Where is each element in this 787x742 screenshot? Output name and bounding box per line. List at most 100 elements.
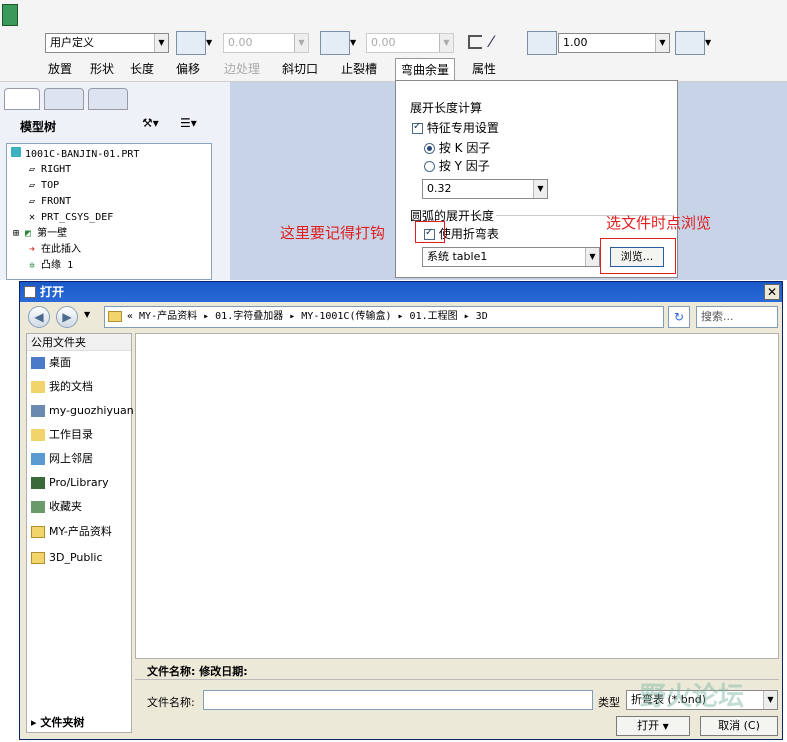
close-icon[interactable]: ✕ <box>764 284 780 300</box>
length-value-2[interactable]: 0.00 ▼ <box>366 33 454 53</box>
tab-properties[interactable]: 属性 <box>466 58 502 80</box>
tab-length[interactable]: 长度 <box>124 58 160 80</box>
length-value-1[interactable]: 0.00 ▼ <box>223 33 309 53</box>
filename-input[interactable] <box>203 690 593 710</box>
type-combo[interactable]: 用户定义 ▼ <box>45 33 169 53</box>
model-tree-tab[interactable] <box>4 88 40 110</box>
sidebar-item-3d-public[interactable]: 3D_Public <box>31 549 103 567</box>
section-developed-length: 展开长度计算 <box>410 101 483 115</box>
show-icon[interactable]: ☰▾ <box>180 116 212 134</box>
type-label: 类型 <box>598 696 620 709</box>
radio-k-factor[interactable]: 按 K 因子 <box>424 139 490 156</box>
csys-icon: ✕ <box>29 212 42 223</box>
folder-tree-toggle[interactable]: ▸ 文件夹树 <box>31 714 84 732</box>
watermark-logo: 野火论坛 <box>640 682 745 712</box>
tree-item-first-wall[interactable]: ⊞ ◩ 第一壁 <box>13 227 67 241</box>
radius-button[interactable] <box>527 31 557 55</box>
tree-item-insert-here[interactable]: ➔ 在此插入 <box>29 243 81 257</box>
sidebar-item-documents[interactable]: 我的文档 <box>31 378 93 396</box>
search-input[interactable]: 搜索... <box>696 306 778 328</box>
flange-icon: ✲ <box>29 260 42 271</box>
dashboard-toolbar: 用户定义 ▼ ▼ 0.00 ▼ ▼ 0.00 ▼ ⁄ 1.00 ▼ ▼ 放置 形状 长度… <box>0 0 787 82</box>
sidebar-item-desktop[interactable]: 桌面 <box>31 354 71 372</box>
back-button[interactable]: ◀ <box>28 306 50 328</box>
radio-button[interactable] <box>424 143 435 154</box>
chevron-down-icon: ▼ <box>763 691 777 709</box>
tab-edge-treatment[interactable]: 边处理 <box>220 58 264 80</box>
sidebar-item-product-data[interactable]: MY-产品资料 <box>31 523 112 541</box>
favorites-tab[interactable] <box>88 88 128 110</box>
tree-item-top[interactable]: ▱ TOP <box>29 179 59 193</box>
cancel-button[interactable]: 取消 (C) <box>700 716 778 736</box>
tree-item-part[interactable]: 1001C-BANJIN-01.PRT <box>11 147 139 161</box>
tab-miter[interactable]: 斜切口 <box>278 58 322 80</box>
settings-icon[interactable]: ⚒▾ <box>142 116 172 134</box>
folder-icon <box>108 311 122 322</box>
computer-icon <box>31 405 45 417</box>
sidebar-item-working-dir[interactable]: 工作目录 <box>31 426 93 444</box>
shape-button[interactable] <box>176 31 206 55</box>
open-button[interactable]: 打开 ▼ <box>616 716 690 736</box>
model-tree: 1001C-BANJIN-01.PRT ▱ RIGHT ▱ TOP ▱ FRON… <box>6 143 212 280</box>
library-icon <box>31 477 45 489</box>
radio-y-factor[interactable]: 按 Y 因子 <box>424 157 490 174</box>
tree-item-front[interactable]: ▱ FRONT <box>29 195 71 209</box>
working-dir-icon <box>31 429 45 441</box>
forward-button[interactable]: ▶ <box>56 306 78 328</box>
address-bar[interactable]: « MY-产品资料 ▸ 01.字符叠加器 ▸ MY-1001C(传输盒) ▸ 0… <box>104 306 664 328</box>
sidebar-item-pro-library[interactable]: Pro/Library <box>31 474 109 492</box>
chevron-down-icon: ▼ <box>439 34 453 52</box>
file-info: 文件名称: 修改日期: <box>147 665 248 678</box>
radio-button[interactable] <box>424 161 435 172</box>
tree-item-flange[interactable]: ✲ 凸缘 1 <box>29 259 73 273</box>
tab-relief[interactable]: 止裂槽 <box>337 58 381 80</box>
chevron-down-icon: ▼ <box>154 34 168 52</box>
factor-value-combo[interactable]: 0.32 ▼ <box>422 179 548 199</box>
chevron-down-icon: ▼ <box>662 722 669 731</box>
tab-offset[interactable]: 偏移 <box>170 58 206 80</box>
network-icon <box>31 453 45 465</box>
annotation-check-note: 这里要记得打钩 <box>280 224 386 242</box>
file-list[interactable] <box>135 333 779 659</box>
feature-icon <box>2 4 18 26</box>
dialog-title: 打开 <box>20 282 782 302</box>
desktop-icon <box>31 357 45 369</box>
flip-icon[interactable]: ⁄ <box>490 33 510 51</box>
feature-specific-checkbox[interactable]: 特征专用设置 <box>412 119 499 136</box>
open-dialog: 打开 ✕ ◀ ▶ ▼ « MY-产品资料 ▸ 01.字符叠加器 ▸ MY-100… <box>19 281 783 740</box>
folder-browser-tab[interactable] <box>44 88 84 110</box>
sidebar-item-favorites[interactable]: 收藏夹 <box>31 498 82 516</box>
length-type-button[interactable] <box>320 31 350 55</box>
common-folders-header: 公用文件夹 <box>27 334 131 351</box>
chevron-down-icon[interactable]: ▼ <box>705 31 717 55</box>
tab-placement[interactable]: 放置 <box>42 58 78 80</box>
annotation-box-browse <box>600 238 676 274</box>
datum-plane-icon: ▱ <box>29 164 42 175</box>
model-tree-header: 模型树 <box>20 120 57 134</box>
datum-plane-icon: ▱ <box>29 196 42 207</box>
annotation-box-check <box>415 221 445 243</box>
favorites-icon <box>31 501 45 513</box>
tab-shape[interactable]: 形状 <box>84 58 120 80</box>
chevron-down-icon[interactable]: ▼ <box>206 31 218 55</box>
refresh-icon[interactable]: ↻ <box>668 306 690 328</box>
chevron-down-icon[interactable]: ▼ <box>84 310 90 319</box>
checkbox[interactable] <box>412 121 423 134</box>
part-icon <box>11 147 21 157</box>
radius-value[interactable]: 1.00 ▼ <box>558 33 670 53</box>
profile-icon[interactable] <box>468 35 482 49</box>
common-folders-panel: 公用文件夹 桌面 我的文档 my-guozhiyuan 工作目录 网上邻居 Pr… <box>26 333 134 733</box>
tree-item-right[interactable]: ▱ RIGHT <box>29 163 71 177</box>
radius-side-button[interactable] <box>675 31 705 55</box>
filename-label: 文件名称: <box>147 696 195 709</box>
folder-icon <box>31 552 45 564</box>
chevron-right-icon: ▸ <box>31 716 41 729</box>
sidebar-item-network[interactable]: 网上邻居 <box>31 450 93 468</box>
tree-item-csys[interactable]: ✕ PRT_CSYS_DEF <box>29 211 113 225</box>
chevron-down-icon[interactable]: ▼ <box>350 31 362 55</box>
bend-table-combo[interactable]: 系统 table1 ▼ <box>422 247 600 267</box>
expand-icon[interactable]: ⊞ <box>13 228 25 239</box>
tab-bend-allowance[interactable]: 弯曲余量 <box>395 58 455 80</box>
sidebar-item-computer[interactable]: my-guozhiyuan <box>31 402 134 420</box>
folder-icon <box>31 526 45 538</box>
